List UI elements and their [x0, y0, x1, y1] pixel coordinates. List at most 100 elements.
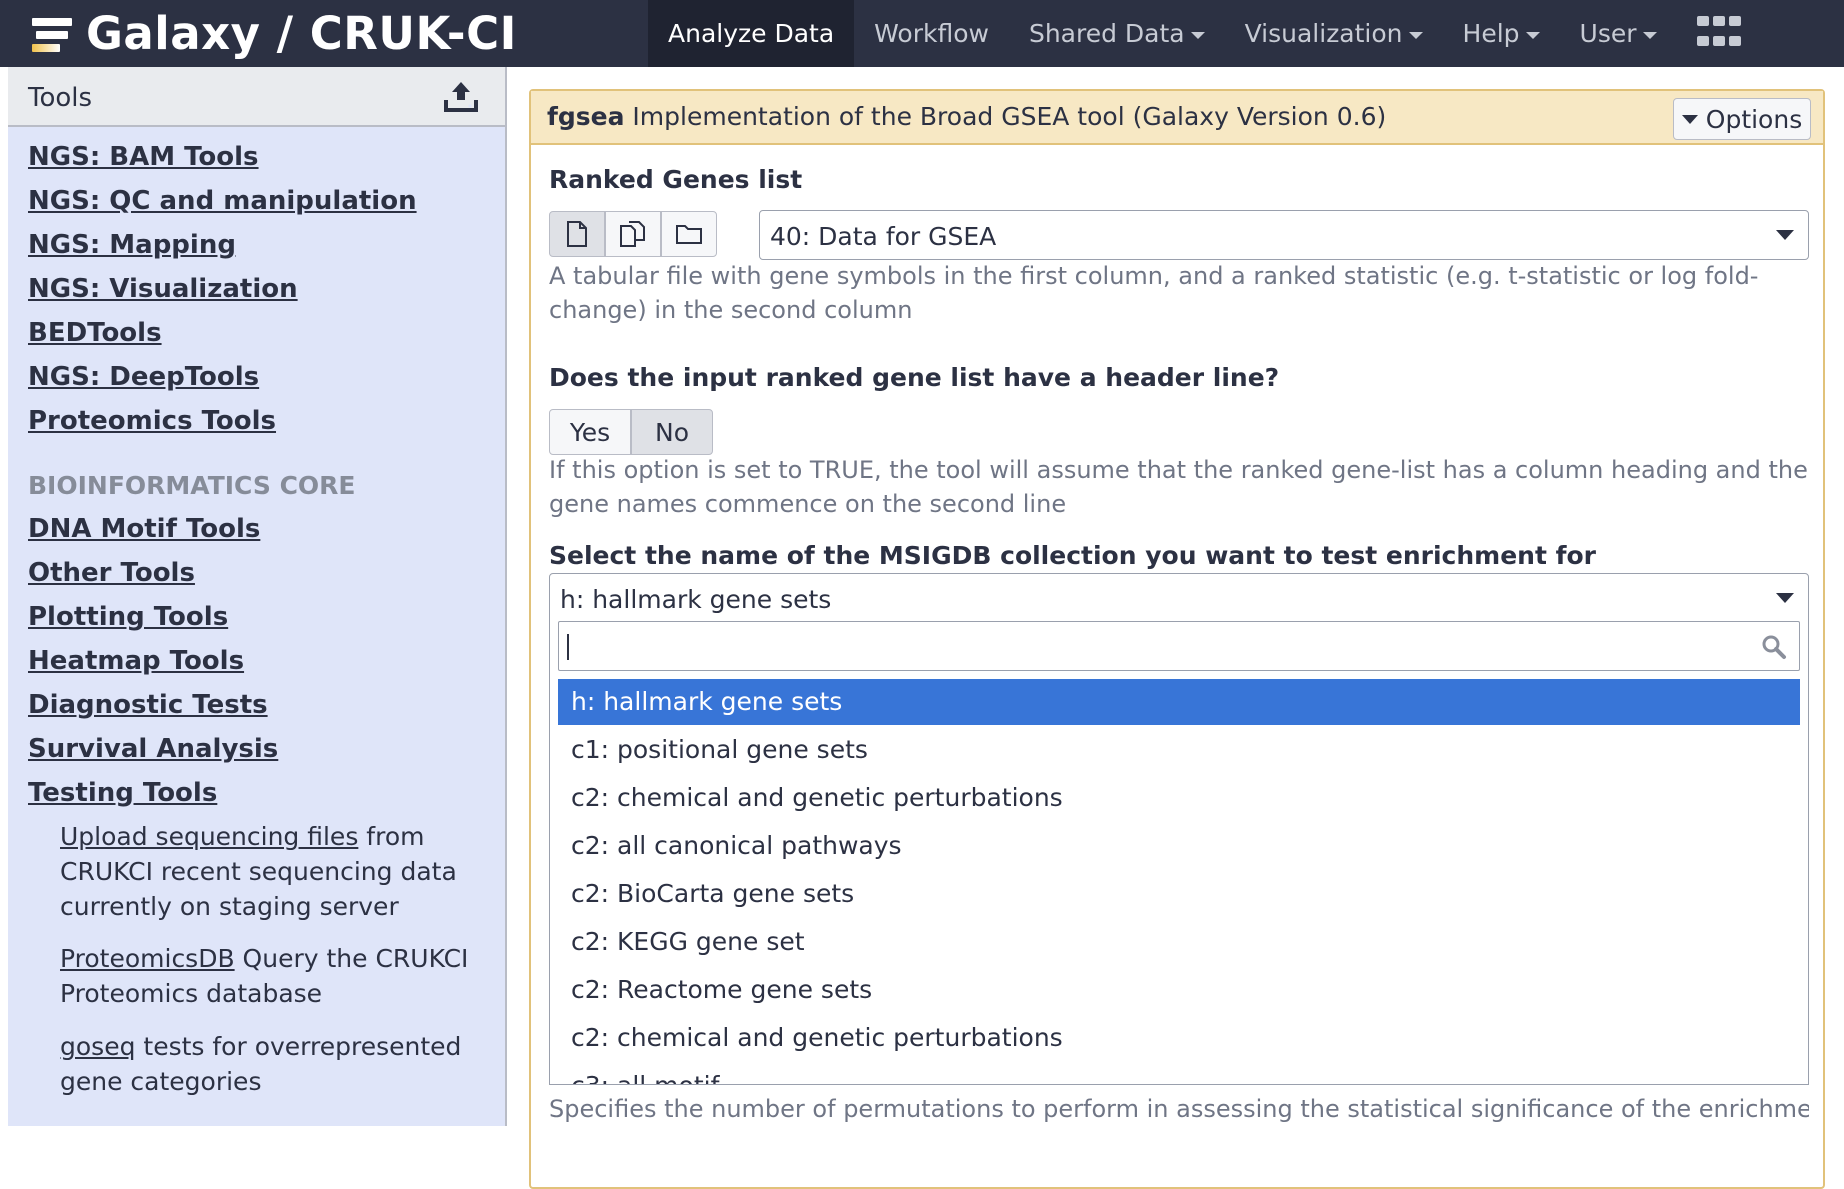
brand[interactable]: Galaxy / CRUK-CI — [8, 0, 517, 67]
nav-apps[interactable] — [1677, 0, 1761, 67]
upload-icon — [444, 82, 478, 112]
tool-desc: CRUKCI recent sequencing data — [60, 857, 457, 886]
tool-goseq[interactable]: goseq tests for overrepresented gene cat… — [60, 1029, 480, 1099]
section-ngs-visualization[interactable]: NGS: Visualization — [28, 274, 298, 304]
section-survival-analysis[interactable]: Survival Analysis — [28, 734, 278, 764]
msigdb-label: Select the name of the MSIGDB collection… — [549, 541, 1596, 570]
nav-label: Help — [1462, 19, 1520, 48]
tool-link[interactable]: goseq — [60, 1032, 135, 1061]
ranked-genes-help: A tabular file with gene symbols in the … — [549, 259, 1809, 327]
search-icon — [1762, 635, 1786, 659]
center-panel: fgsea Implementation of the Broad GSEA t… — [509, 67, 1844, 1189]
top-navbar: Galaxy / CRUK-CI Analyze Data Workflow S… — [0, 0, 1844, 67]
galaxy-logo-icon — [32, 12, 76, 56]
help-line: A tabular file with gene symbols in the … — [549, 262, 1759, 290]
copy-icon — [620, 221, 645, 247]
selected-value: h: hallmark gene sets — [560, 585, 832, 614]
section-ngs-qc[interactable]: NGS: QC and manipulation — [28, 186, 417, 216]
help-line: change) in the second column — [549, 296, 913, 324]
nav-label: User — [1579, 19, 1637, 48]
tool-desc: Proteomics database — [60, 979, 323, 1008]
data-source-buttons — [549, 211, 717, 257]
section-ngs-mapping[interactable]: NGS: Mapping — [28, 230, 236, 260]
no-button[interactable]: No — [631, 409, 713, 455]
tool-desc: currently on staging server — [60, 892, 399, 921]
tool-description: Implementation of the Broad GSEA tool (G… — [624, 102, 1387, 131]
nav-label: Analyze Data — [668, 19, 835, 48]
folder-icon — [676, 225, 702, 244]
tool-link[interactable]: Upload sequencing files — [60, 822, 358, 851]
tool-form-header: fgsea Implementation of the Broad GSEA t… — [531, 91, 1823, 145]
nav-label: Shared Data — [1028, 19, 1185, 48]
dropdown-option[interactable]: c2: chemical and genetic perturbations — [558, 775, 1800, 821]
section-testing-tools[interactable]: Testing Tools — [28, 778, 217, 808]
options-button[interactable]: Options — [1673, 98, 1811, 140]
brand-title[interactable]: Galaxy / CRUK-CI — [86, 7, 517, 60]
caret-down-icon — [1681, 114, 1698, 124]
text-cursor — [567, 634, 569, 660]
tool-form-title: fgsea Implementation of the Broad GSEA t… — [547, 102, 1386, 131]
selected-value: 40: Data for GSEA — [770, 222, 997, 251]
tool-desc: tests for overrepresented — [135, 1032, 462, 1061]
section-ngs-deeptools[interactable]: NGS: DeepTools — [28, 362, 259, 392]
section-diagnostic-tests[interactable]: Diagnostic Tests — [28, 690, 268, 720]
caret-down-icon — [1776, 230, 1794, 240]
caret-down-icon — [1776, 593, 1794, 603]
nav-label: Visualization — [1244, 19, 1403, 48]
caret-down-icon — [1642, 31, 1657, 39]
nav-visualization[interactable]: Visualization — [1225, 0, 1443, 67]
section-dna-motif-tools[interactable]: DNA Motif Tools — [28, 514, 260, 544]
tool-form: fgsea Implementation of the Broad GSEA t… — [529, 89, 1825, 1189]
help-line: gene names commence on the second line — [549, 490, 1067, 518]
nav-label: Workflow — [874, 19, 989, 48]
caret-down-icon — [1190, 31, 1205, 39]
options-label: Options — [1705, 104, 1803, 134]
caret-down-icon — [1408, 31, 1423, 39]
header-line-toggle: Yes No — [549, 409, 713, 455]
tool-desc: Query the CRUKCI — [234, 944, 469, 973]
single-dataset-button[interactable] — [549, 211, 605, 257]
section-ngs-bam-tools[interactable]: NGS: BAM Tools — [28, 142, 259, 172]
dropdown-option[interactable]: c2: chemical and genetic perturbations — [558, 1015, 1800, 1061]
permutations-help: Specifies the number of permutations to … — [549, 1095, 1809, 1123]
tool-desc: gene categories — [60, 1067, 262, 1096]
dropdown-option[interactable]: c2: Reactome gene sets — [558, 967, 1800, 1013]
nav-analyze-data[interactable]: Analyze Data — [648, 0, 855, 67]
file-icon — [567, 221, 587, 247]
multiple-datasets-button[interactable] — [605, 211, 661, 257]
yes-button[interactable]: Yes — [549, 409, 631, 455]
nav-workflow[interactable]: Workflow — [854, 0, 1009, 67]
ranked-genes-label: Ranked Genes list — [549, 165, 803, 194]
tool-panel-header: Tools — [8, 67, 505, 127]
ranked-genes-select[interactable]: 40: Data for GSEA — [759, 210, 1809, 260]
dropdown-option[interactable]: c3: all motif — [558, 1063, 1800, 1084]
msigdb-dropdown: h: hallmark gene sets c1: positional gen… — [549, 613, 1809, 1085]
upload-button[interactable] — [437, 77, 485, 117]
dropdown-option[interactable]: c2: BioCarta gene sets — [558, 871, 1800, 917]
tool-desc: from — [358, 822, 425, 851]
main-nav: Analyze Data Workflow Shared Data Visual… — [648, 0, 1761, 67]
dropdown-option[interactable]: c2: KEGG gene set — [558, 919, 1800, 965]
tool-proteomicsdb[interactable]: ProteomicsDB Query the CRUKCI Proteomics… — [60, 941, 480, 1011]
help-line: If this option is set to TRUE, the tool … — [549, 456, 1808, 484]
tool-panel-title: Tools — [28, 83, 93, 113]
tool-link[interactable]: ProteomicsDB — [60, 944, 235, 973]
nav-shared-data[interactable]: Shared Data — [1009, 0, 1225, 67]
section-other-tools[interactable]: Other Tools — [28, 558, 195, 588]
grid-icon — [1696, 15, 1741, 52]
section-bedtools[interactable]: BEDTools — [28, 318, 162, 348]
header-line-label: Does the input ranked gene list have a h… — [549, 363, 1280, 392]
group-heading: BIOINFORMATICS CORE — [28, 471, 356, 500]
nav-help[interactable]: Help — [1443, 0, 1560, 67]
dropdown-search-input[interactable] — [558, 621, 1800, 671]
dropdown-option[interactable]: c1: positional gene sets — [558, 727, 1800, 773]
dropdown-option[interactable]: c2: all canonical pathways — [558, 823, 1800, 869]
section-proteomics-tools[interactable]: Proteomics Tools — [28, 406, 276, 436]
section-plotting-tools[interactable]: Plotting Tools — [28, 602, 228, 632]
dropdown-option[interactable]: h: hallmark gene sets — [558, 679, 1800, 725]
dataset-collection-button[interactable] — [661, 211, 717, 257]
tool-upload-sequencing[interactable]: Upload sequencing files from CRUKCI rece… — [60, 819, 480, 924]
section-heatmap-tools[interactable]: Heatmap Tools — [28, 646, 244, 676]
tool-panel: Tools NGS: BAM Tools NGS: QC and manipul… — [8, 67, 507, 1126]
nav-user[interactable]: User — [1560, 0, 1677, 67]
